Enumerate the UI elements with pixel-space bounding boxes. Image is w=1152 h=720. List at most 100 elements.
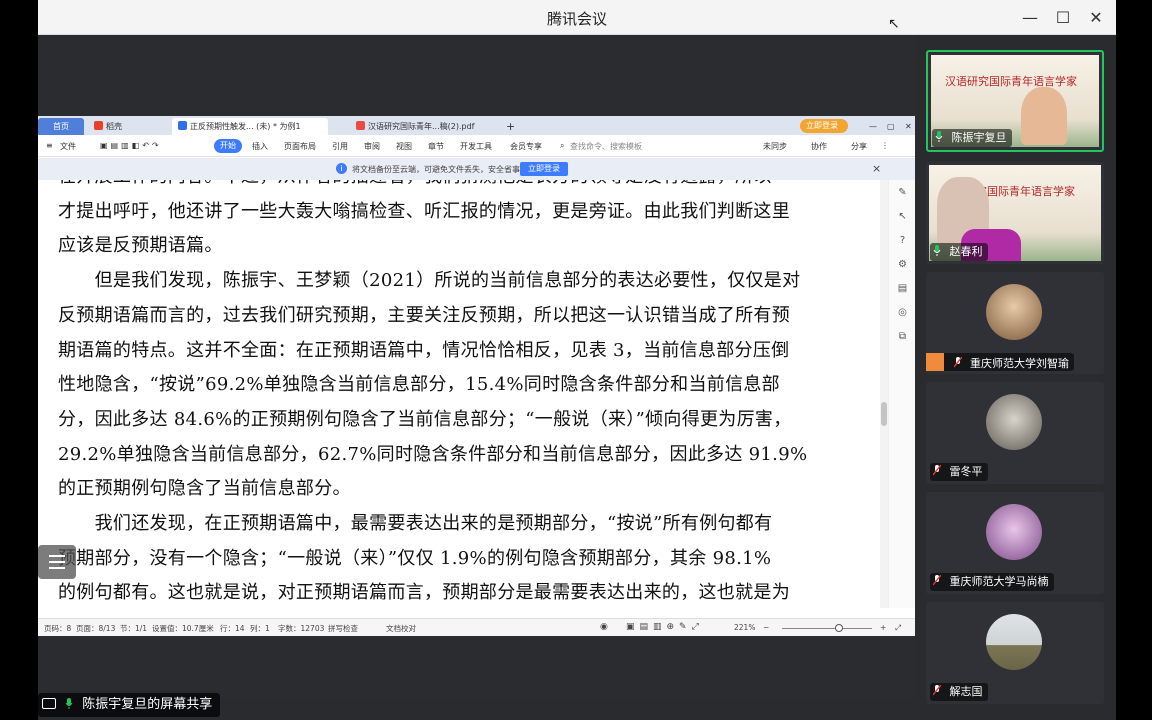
start-tab[interactable]: 开始 bbox=[214, 139, 242, 153]
tab-document[interactable]: 正反预期性触发... (未) * 为例1 bbox=[172, 118, 328, 135]
sync-status[interactable]: 未同步 bbox=[763, 141, 787, 152]
zoom-slider[interactable] bbox=[782, 628, 872, 629]
view-mode-icons[interactable]: ▣▤▥⊕✎⤢ bbox=[626, 622, 704, 632]
tab-chapter[interactable]: 章节 bbox=[428, 141, 444, 152]
status-spell[interactable]: 拼写检查 bbox=[328, 623, 358, 634]
select-icon[interactable]: ↖ bbox=[896, 210, 909, 223]
participant-tile[interactable]: 重庆师范大学马尚楠 bbox=[926, 492, 1104, 594]
scrollbar-thumb[interactable] bbox=[881, 402, 887, 426]
vertical-scrollbar[interactable] bbox=[880, 180, 888, 608]
shared-document-window: 首页 稻壳 正反预期性触发... (未) * 为例1 汉语研究国际青年...稿(… bbox=[38, 116, 915, 636]
zoom-in-button[interactable]: + bbox=[880, 623, 886, 632]
status-proof[interactable]: 文档校对 bbox=[386, 623, 416, 634]
participant-tile[interactable]: 解志国 bbox=[926, 602, 1104, 704]
status-page: 页面：8/13 bbox=[76, 624, 116, 633]
side-toolbar: ✎ ↖ ? ⚙ ▤ ◎ ⧉ bbox=[888, 180, 915, 608]
floating-menu-button[interactable] bbox=[38, 545, 76, 579]
tab-pdf-label: 汉语研究国际青年...稿(2).pdf bbox=[368, 122, 475, 131]
fullscreen-icon[interactable]: ⤢ bbox=[895, 623, 901, 633]
screen-share-label: 陈振宇复旦的屏幕共享 bbox=[38, 693, 221, 717]
zoom-slider-handle[interactable] bbox=[835, 624, 843, 632]
minimize-icon[interactable]: — bbox=[863, 118, 877, 135]
tab-pdf[interactable]: 汉语研究国际青年...稿(2).pdf bbox=[350, 118, 478, 135]
tab-references[interactable]: 引用 bbox=[332, 141, 348, 152]
share-button[interactable]: 分享 bbox=[851, 141, 867, 152]
poster-text: 汉语研究国际青年语言学家 bbox=[945, 75, 1077, 88]
tab-member[interactable]: 会员专享 bbox=[510, 141, 542, 152]
avatar bbox=[986, 504, 1042, 560]
notice-login-button[interactable]: 立即登录 bbox=[520, 162, 568, 176]
status-words: 字数：12703 bbox=[278, 624, 325, 633]
zoom-out-button[interactable]: − bbox=[763, 623, 769, 632]
participant-name-tag: 陈振宇复旦 bbox=[932, 129, 1012, 147]
word-doc-icon bbox=[178, 121, 187, 130]
translate-icon[interactable]: ⧉ bbox=[896, 330, 909, 343]
mic-muted-icon bbox=[933, 575, 941, 586]
tab-view[interactable]: 视图 bbox=[396, 141, 412, 152]
document-line: 才提出呼吁，他还讲了一些大轰大嗡搞检查、听汇报的情况，更是旁证。由此我们判断这里 bbox=[58, 200, 790, 222]
mic-icon bbox=[65, 698, 73, 709]
close-icon[interactable]: ✕ bbox=[899, 118, 913, 135]
tab-document-label: 正反预期性触发... (未) * 为例1 bbox=[190, 122, 301, 131]
notice-close-icon[interactable]: × bbox=[872, 162, 881, 175]
participant-tile[interactable]: 重庆师范大学刘智瑜 bbox=[926, 272, 1104, 374]
document-line: 29.2%单独隐含当前信息部分，62.7%同时隐含条件部分和当前信息部分，因此多… bbox=[58, 443, 808, 465]
close-icon[interactable]: ✕ bbox=[1084, 6, 1108, 30]
document-line: 反预期语篇而言的，过去我们研究预期，主要关注反预期，所以把这一认识错当成了所有预 bbox=[58, 304, 790, 326]
location-icon[interactable]: ◎ bbox=[896, 306, 909, 319]
participant-name: 陈振宇复旦 bbox=[951, 131, 1007, 144]
document-page[interactable]: 在开展工作的内容。不过，从作者的描述看，我们猜测他是农方的领导是没有透露，所以才… bbox=[38, 180, 881, 608]
tab-review[interactable]: 审阅 bbox=[364, 141, 380, 152]
file-menu[interactable]: 文件 bbox=[60, 141, 76, 152]
document-line: 我们还发现，在正预期语篇中，最需要表达出来的是预期部分，“按说”所有例句都有 bbox=[58, 513, 773, 534]
more-icon[interactable]: ⋮ bbox=[881, 141, 889, 150]
status-page-num: 页码：8 bbox=[44, 624, 72, 633]
avatar bbox=[986, 394, 1042, 450]
cloud-backup-notice: i 将文档备份至云端，可避免文件丢失，安全省事 立即登录 × bbox=[38, 158, 915, 180]
participant-name-tag: 赵春利 bbox=[930, 243, 988, 261]
participant-name: 赵春利 bbox=[949, 245, 983, 258]
document-line: 期语篇的特点。这并不全面：在正预期语篇中，情况恰恰相反，见表 3，当前信息部分压… bbox=[58, 339, 790, 361]
minimize-icon[interactable]: — bbox=[1018, 6, 1042, 30]
docer-icon bbox=[94, 121, 103, 130]
eye-icon[interactable]: ◉ bbox=[600, 622, 608, 632]
wps-ribbon: ≡ 文件 ▣▤▥◧↶↷ 开始 插入 页面布局 引用 审阅 视图 章节 开发工具 … bbox=[38, 135, 915, 157]
zoom-level: 221% bbox=[734, 623, 756, 632]
participant-tile[interactable]: 汉语研究国际青年语言学家 陈振宇复旦 bbox=[926, 50, 1104, 152]
tab-developer[interactable]: 开发工具 bbox=[460, 141, 492, 152]
status-section: 节：1/1 bbox=[120, 624, 148, 633]
layers-icon[interactable]: ▤ bbox=[896, 282, 909, 295]
new-tab-button[interactable]: + bbox=[500, 118, 516, 135]
mic-muted-icon bbox=[933, 685, 941, 696]
menu-icon[interactable]: ≡ bbox=[46, 141, 53, 150]
search-icon[interactable]: ⌕ bbox=[560, 141, 564, 151]
participant-tile[interactable]: 雷冬平 bbox=[926, 382, 1104, 484]
user-icon bbox=[926, 353, 944, 371]
mouse-cursor-icon: ↖ bbox=[888, 16, 900, 32]
tab-home[interactable]: 首页 bbox=[38, 118, 84, 135]
avatar bbox=[986, 614, 1042, 670]
document-line: 的正预期例句隐含了当前信息部分。 bbox=[58, 478, 351, 500]
participant-name: 雷冬平 bbox=[949, 465, 983, 478]
quick-access-icons[interactable]: ▣▤▥◧↶↷ bbox=[100, 141, 162, 150]
tab-page-layout[interactable]: 页面布局 bbox=[284, 141, 316, 152]
maximize-icon[interactable]: ☐ bbox=[1051, 6, 1075, 30]
tab-insert[interactable]: 插入 bbox=[252, 141, 268, 152]
collab-button[interactable]: 协作 bbox=[811, 141, 827, 152]
help-icon[interactable]: ? bbox=[896, 234, 909, 247]
tab-docer-label: 稻壳 bbox=[106, 122, 122, 131]
pdf-icon bbox=[356, 121, 365, 130]
mic-icon bbox=[933, 245, 941, 256]
pen-icon[interactable]: ✎ bbox=[896, 186, 909, 199]
login-button[interactable]: 立即登录 bbox=[800, 119, 848, 133]
settings-icon[interactable]: ⚙ bbox=[896, 258, 909, 271]
wps-status-bar: 页码：8 页面：8/13 节：1/1 设置值：10.7厘米 行：14 列：1 字… bbox=[38, 618, 915, 636]
participant-name-tag: 解志国 bbox=[930, 683, 988, 701]
participant-name: 重庆师范大学马尚楠 bbox=[949, 575, 1049, 588]
command-search[interactable]: 查找命令、搜索模板 bbox=[570, 141, 642, 152]
restore-icon[interactable]: ▢ bbox=[881, 118, 895, 135]
screen-share-icon bbox=[42, 698, 56, 709]
tab-docer[interactable]: 稻壳 bbox=[88, 118, 168, 135]
participant-tile[interactable]: 汉语研究国际青年语言学家 赵春利 bbox=[926, 162, 1104, 264]
window-titlebar: 腾讯会议 — ☐ ✕ bbox=[38, 0, 1116, 35]
